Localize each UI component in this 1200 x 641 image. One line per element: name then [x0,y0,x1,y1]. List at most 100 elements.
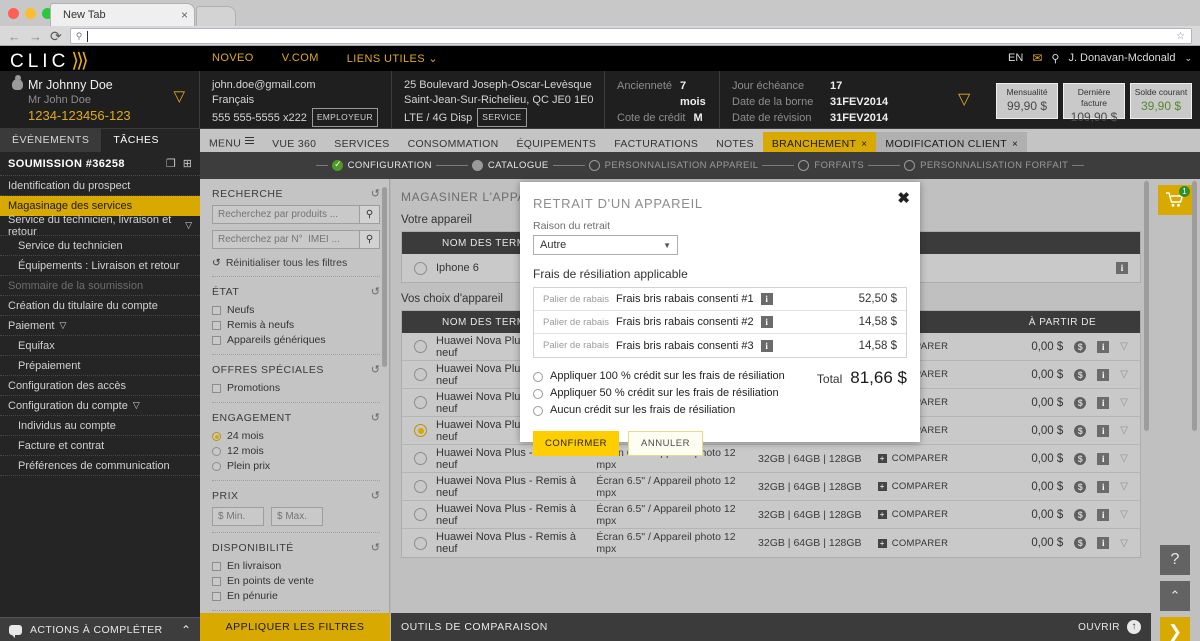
close-icon[interactable]: × [861,139,867,150]
step-catalogue[interactable]: CATALOGUE [471,160,549,171]
radio-button[interactable] [414,424,427,437]
money-icon[interactable]: $ [1074,480,1087,493]
table-row[interactable]: Huawei Nova Plus - Remis à neuf Écran 6.5… [402,529,1140,557]
forward-icon[interactable]: → [29,30,42,43]
checkbox[interactable] [212,306,221,315]
money-icon[interactable]: $ [1074,368,1087,381]
chevron-down-icon[interactable]: ▽ [1120,341,1128,352]
next-step-button[interactable]: ❯ [1160,617,1190,641]
info-icon[interactable]: i [1116,262,1128,274]
close-window-button[interactable] [8,8,19,19]
filter-option-appareils-generiques[interactable]: Appareils génériques [212,333,380,348]
imei-search-input[interactable] [213,234,359,245]
radio-button[interactable] [414,480,427,493]
chevron-down-icon[interactable]: ▽ [1120,453,1128,464]
nav-vcom[interactable]: V.COM [282,52,319,65]
radio-button[interactable] [414,261,427,275]
checkbox[interactable] [212,592,221,601]
sidebar-item-configuration-compte-group[interactable]: Configuration du compte ▽ [0,396,200,416]
sidebar-item-creation-titulaire[interactable]: Création du titulaire du compte [0,296,200,316]
minimize-window-button[interactable] [25,8,36,19]
tab-taches[interactable]: TÂCHES [101,129,171,152]
reset-icon[interactable]: ↺ [371,489,380,502]
reset-all-filters-button[interactable]: ↺ Réinitialiser tous les filtres [212,255,380,277]
filter-option-24-mois[interactable]: 24 mois [212,429,380,444]
help-button[interactable]: ? [1160,545,1190,575]
step-personnalisation-appareil[interactable]: PERSONNALISATION APPAREIL [588,160,759,171]
summary-box-mensualite[interactable]: Mensualité 99,90 $ [996,83,1058,119]
reset-icon[interactable]: ↺ [371,411,380,424]
radio-button[interactable] [414,396,427,409]
info-icon[interactable]: i [1097,452,1110,465]
credit-option-none[interactable]: Aucun crédit sur les frais de résiliatio… [533,402,920,419]
compare-button[interactable]: + COMPARER [877,509,985,520]
price-min-input[interactable] [212,507,264,526]
checkbox[interactable] [212,562,221,571]
radio-button[interactable] [414,340,427,353]
info-icon[interactable]: i [1097,480,1110,493]
checkbox[interactable] [212,336,221,345]
info-icon[interactable]: i [760,316,773,328]
compare-button[interactable]: + COMPARER [877,538,985,549]
chevron-down-icon[interactable]: ▽ [1120,509,1128,520]
money-icon[interactable]: $ [1074,508,1087,521]
imei-search-field[interactable]: ⚲ [212,230,380,249]
radio-button[interactable] [533,388,543,399]
sidebar-item-service-technicien-group[interactable]: Service du technicien, livraison et reto… [0,214,200,238]
chevron-down-icon[interactable]: ▽ [173,87,185,105]
chevron-down-icon[interactable]: ▽ [1120,369,1128,380]
copy-icon[interactable]: ❐ [166,157,176,170]
money-icon[interactable]: $ [1074,424,1087,437]
info-icon[interactable]: i [1097,508,1110,521]
mail-icon[interactable]: ✉ [1032,51,1042,65]
checkbox[interactable] [212,384,221,393]
grid-icon[interactable]: ⊞ [183,157,192,170]
summary-box-derniere-facture[interactable]: Dernière facture 109,90 $ [1063,83,1125,124]
info-icon[interactable]: i [760,293,773,305]
comparison-tools-bar[interactable]: OUTILS DE COMPARAISON OUVRIR ↑ [391,613,1151,641]
info-icon[interactable]: i [1097,424,1110,437]
back-icon[interactable]: ← [8,30,21,43]
filter-option-neufs[interactable]: Neufs [212,303,380,318]
radio-button[interactable] [414,452,427,465]
reset-icon[interactable]: ↺ [371,187,380,200]
money-icon[interactable]: $ [1074,452,1087,465]
sidebar-item-sommaire-soumission[interactable]: Sommaire de la soumission [0,276,200,296]
address-input[interactable]: ⚲ ☆ [69,28,1192,44]
current-user-name[interactable]: J. Donavan-Mcdonald [1068,52,1175,64]
money-icon[interactable]: $ [1074,396,1087,409]
sidebar-item-paiement-group[interactable]: Paiement ▽ [0,316,200,336]
device-name-cell[interactable]: Huawei Nova Plus - Remis à neuf [402,503,596,527]
radio-button[interactable] [533,405,543,416]
filter-option-promotions[interactable]: Promotions [212,381,380,396]
nav-noveo[interactable]: NOVEO [212,52,254,65]
info-icon[interactable]: i [1097,368,1110,381]
step-forfaits[interactable]: FORFAITS [798,160,864,171]
search-icon[interactable]: ⚲ [359,231,379,248]
sidebar-item-service-technicien[interactable]: Service du technicien [0,236,200,256]
bookmark-star-icon[interactable]: ☆ [1176,31,1185,42]
language-toggle[interactable]: EN [1008,52,1023,64]
actions-to-complete-bar[interactable]: ACTIONS À COMPLÉTER ⌃ [0,617,200,641]
scroll-up-button[interactable]: ⌃ [1160,581,1190,611]
search-icon[interactable]: ⚲ [1051,52,1059,65]
reset-icon[interactable]: ↺ [371,363,380,376]
menu-button[interactable]: MENU [200,129,263,152]
chevron-down-icon[interactable]: ▽ [1120,397,1128,408]
step-personnalisation-forfait[interactable]: PERSONNALISATION FORFAIT [904,160,1068,171]
checkbox[interactable] [212,577,221,586]
filter-option-remis-a-neufs[interactable]: Remis à neufs [212,318,380,333]
filter-option-12-mois[interactable]: 12 mois [212,444,380,459]
product-search-input[interactable] [213,209,359,220]
info-icon[interactable]: i [1097,340,1110,353]
confirm-button[interactable]: CONFIRMER [533,431,620,456]
radio-button[interactable] [414,508,427,521]
app-logo[interactable]: CLIC ⟩⟩⟩ [10,48,89,73]
device-name-cell[interactable]: Huawei Nova Plus - Remis à neuf [402,475,596,499]
money-icon[interactable]: $ [1074,340,1087,353]
sidebar-item-facture-contrat[interactable]: Facture et contrat [0,436,200,456]
reset-icon[interactable]: ↺ [371,541,380,554]
radio-button[interactable] [414,536,427,550]
reset-icon[interactable]: ↺ [371,285,380,298]
tab-evenements[interactable]: ÉVÉNEMENTS [0,129,102,152]
